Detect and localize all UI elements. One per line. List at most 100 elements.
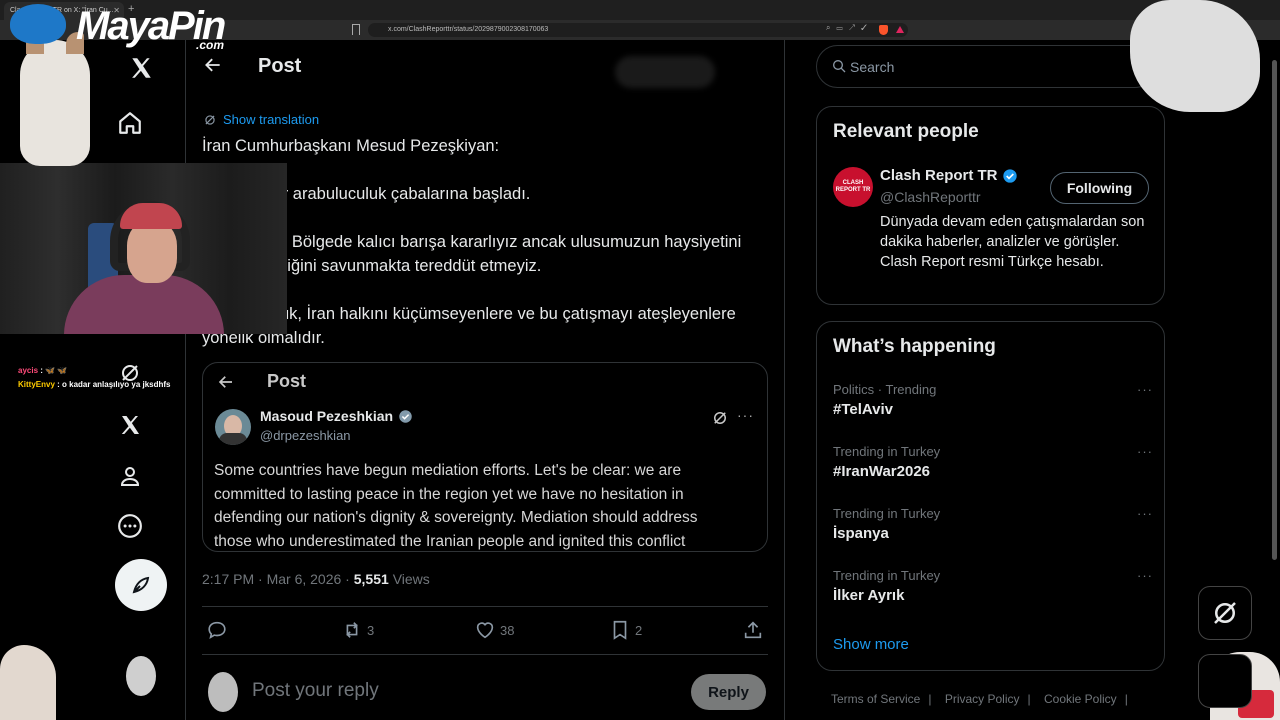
embed-more-icon: ··· (737, 407, 754, 423)
search-placeholder: Search (850, 59, 895, 75)
trend-more-icon[interactable]: ··· (1137, 568, 1153, 583)
embed-grok-icon (711, 409, 729, 432)
share-action-button[interactable] (742, 619, 764, 641)
show-more-link[interactable]: Show more (833, 636, 909, 653)
chat-message: aycis : 🦋 🦋 (18, 366, 68, 375)
trend-more-icon[interactable]: ··· (1137, 382, 1153, 397)
footer-link[interactable]: Cookie Policy (1044, 692, 1117, 706)
trend-meta: Trending in Turkey (833, 444, 941, 459)
embed-author-name: Masoud Pezeshkian (260, 408, 413, 424)
relevant-people-heading: Relevant people (833, 121, 979, 142)
tweet-line: Arabuluculuk, İran halkını küçümseyenler… (202, 305, 736, 323)
relevant-person-handle[interactable]: @ClashReporttr (880, 189, 981, 205)
show-translation-label: Show translation (223, 112, 320, 127)
logo-cat-icon (10, 4, 66, 44)
x-logo-icon[interactable] (126, 53, 156, 83)
more-options-icon[interactable] (115, 511, 145, 541)
embed-text-line: defending our nation's dignity & soverei… (214, 509, 698, 526)
embed-handle: @drpezeshkian (260, 428, 351, 443)
webcam-overlay (0, 163, 287, 334)
compose-post-button[interactable] (115, 559, 167, 611)
trend-meta: Trending in Turkey (833, 506, 941, 521)
cat-sticker (1130, 0, 1260, 112)
clash-report-avatar[interactable]: CLASH REPORT TR (833, 167, 873, 207)
footer-pipe: | (1027, 692, 1031, 706)
trend-meta: Politics · Trending (833, 382, 937, 397)
footer-links: Terms of Service | Privacy Policy | Cookie… (831, 692, 1138, 706)
footer-link[interactable]: Privacy Policy (945, 692, 1020, 706)
relevant-person-bio: Dünyada devam eden çatışmalardan son dak… (880, 214, 1145, 270)
embed-text-line: Some countries have begun mediation effo… (214, 462, 682, 479)
reply-button[interactable]: Reply (691, 674, 766, 710)
trend-name: #IranWar2026 (833, 463, 931, 480)
trend-more-icon[interactable]: ··· (1137, 506, 1153, 521)
views-count: 5,551 (353, 571, 389, 587)
like-action-button[interactable]: 38 (474, 619, 514, 641)
embedded-post-image[interactable]: Post Masoud Pezeshkian @drpezeshkian ···… (202, 362, 768, 552)
messages-floating-button[interactable] (1198, 654, 1252, 708)
tweet-text: İran Cumhurbaşkanı Mesud Pezeşkiyan: Baz… (202, 134, 772, 374)
rp-name-text: Clash Report TR (880, 167, 998, 184)
main-separator (784, 40, 785, 720)
meta-dot: · (341, 571, 354, 587)
gray-verified-icon (399, 409, 412, 423)
post-actions: 3 38 2 (206, 619, 766, 643)
chat-user: aycis (18, 366, 39, 375)
heart-icon (476, 622, 494, 639)
grok-floating-button[interactable] (1198, 586, 1252, 640)
footer-pipe: | (928, 692, 932, 706)
cat-sticker (20, 32, 90, 166)
premium-x-icon[interactable] (115, 410, 145, 440)
feather-icon (132, 576, 150, 594)
footer-pipe: | (1124, 692, 1128, 706)
page-scrollbar[interactable] (1272, 60, 1277, 560)
trend-name: #TelAviv (833, 401, 894, 418)
share-icon (744, 621, 762, 639)
trend-item[interactable]: Politics · Trending #TelAviv ··· (833, 382, 1153, 418)
repost-action-button[interactable]: 3 (341, 619, 374, 641)
bookmark-action-button[interactable]: 2 (609, 619, 642, 641)
mayapin-logo: MayaPin .com (6, 0, 236, 52)
bookmark-count: 2 (635, 622, 643, 638)
divider (202, 654, 768, 655)
embed-avatar (215, 409, 251, 445)
embed-name-text: Masoud Pezeshkian (260, 408, 394, 424)
footer-link[interactable]: Terms of Service (831, 692, 920, 706)
chat-text: o kadar anlaşılıyo ya jksdhfs (62, 380, 171, 389)
grok-translate-icon (205, 114, 215, 125)
page-title: Post (258, 55, 302, 77)
reply-avatar (208, 672, 238, 712)
whats-happening-heading: What’s happening (833, 336, 996, 357)
whats-happening-card: What’s happening Politics · Trending #Te… (816, 321, 1165, 671)
tweet-line: ve egemenliğini savunmakta tereddüt etme… (202, 257, 542, 275)
relevant-people-card: Relevant people CLASH REPORT TR Clash Re… (816, 106, 1165, 305)
chat-user: KittyEnvy (18, 380, 55, 389)
embed-text: Some countries have begun mediation effo… (214, 459, 754, 551)
trend-item[interactable]: Trending in Turkey İlker Ayrık ··· (833, 568, 1153, 604)
search-icon (831, 58, 847, 79)
search-input[interactable]: Search (816, 45, 1156, 88)
brave-shield-icon[interactable] (879, 25, 888, 35)
trend-item[interactable]: Trending in Turkey İspanya ··· (833, 506, 1153, 542)
home-icon[interactable] (115, 108, 145, 138)
profile-icon[interactable] (115, 461, 145, 491)
back-arrow-icon[interactable] (203, 55, 223, 80)
brave-rewards-icon[interactable] (896, 26, 904, 33)
post-timestamp[interactable]: 2:17 PM · Mar 6, 2026 (202, 571, 341, 587)
chat-text: 🦋 🦋 (45, 366, 68, 375)
bookmark-icon[interactable] (352, 24, 360, 35)
reply-action-button[interactable] (206, 619, 228, 641)
show-translation-link[interactable]: Show translation (203, 112, 319, 127)
blurred-follow-button (615, 56, 715, 88)
browser-tools-icons[interactable]: ⌕▭↗✓ (826, 23, 873, 33)
trend-item[interactable]: Trending in Turkey #IranWar2026 ··· (833, 444, 1153, 480)
bookmark-icon (613, 620, 627, 640)
relevant-person-name[interactable]: Clash Report TR (880, 167, 1018, 184)
trend-meta: Trending in Turkey (833, 568, 941, 583)
trend-more-icon[interactable]: ··· (1137, 444, 1153, 459)
divider (202, 606, 768, 607)
following-button[interactable]: Following (1050, 172, 1149, 204)
account-avatar[interactable] (126, 656, 156, 696)
embed-text-line: those who underestimated the Iranian peo… (214, 532, 686, 550)
reply-input[interactable]: Post your reply (252, 680, 379, 702)
